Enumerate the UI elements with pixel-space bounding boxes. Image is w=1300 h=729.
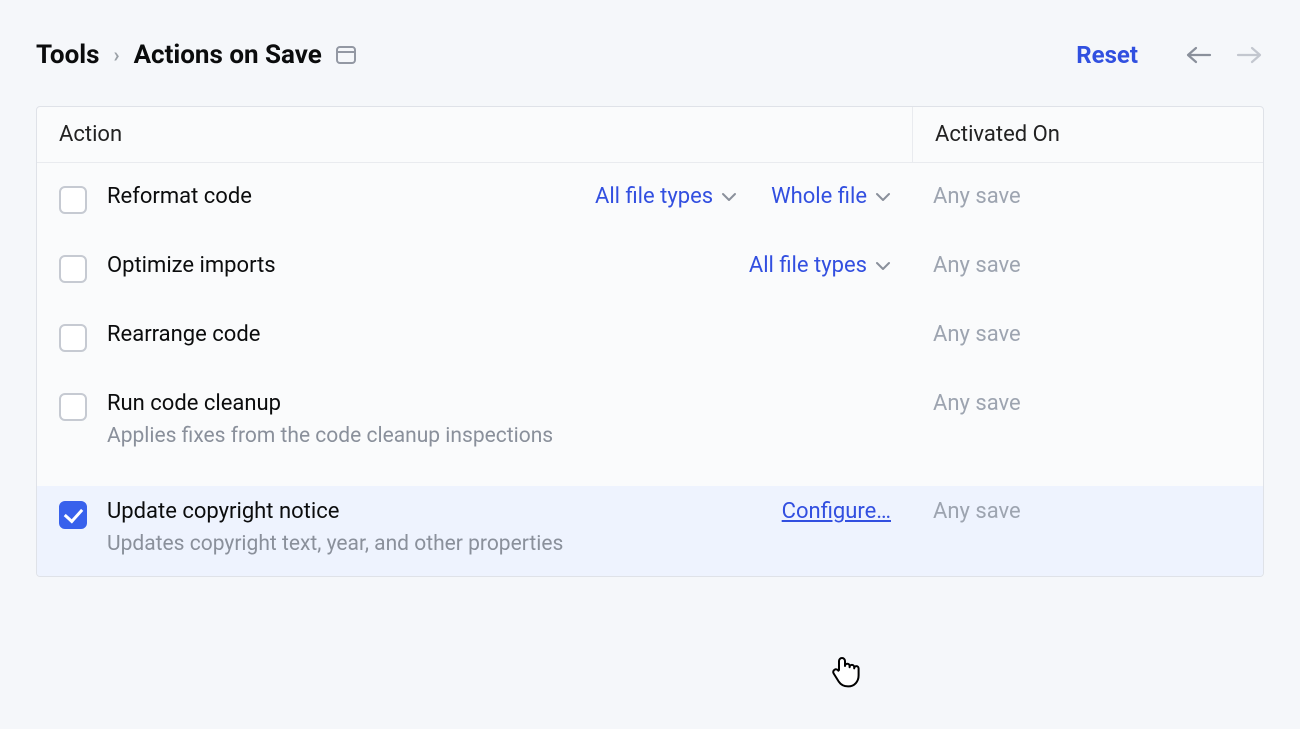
forward-arrow-icon[interactable] bbox=[1234, 45, 1264, 65]
table-row: Run code cleanup Applies fixes from the … bbox=[37, 390, 1263, 448]
row-description: Updates copyright text, year, and other … bbox=[107, 532, 762, 556]
table-row: Optimize imports All file types Any save bbox=[37, 252, 1263, 283]
column-activated: Activated On bbox=[913, 107, 1263, 162]
breadcrumb-parent[interactable]: Tools bbox=[36, 40, 100, 70]
column-action: Action bbox=[37, 107, 913, 162]
dropdown-label: All file types bbox=[595, 184, 713, 209]
row-label: Update copyright notice bbox=[107, 499, 762, 524]
chevron-down-icon bbox=[721, 192, 737, 202]
table-header: Action Activated On bbox=[37, 107, 1263, 163]
activated-on-value: Any save bbox=[913, 391, 1263, 416]
window-icon bbox=[336, 46, 356, 64]
table-row: Reformat code All file types Whole file bbox=[37, 183, 1263, 214]
actions-table: Action Activated On Reformat code All fi… bbox=[36, 106, 1264, 577]
activated-on-value: Any save bbox=[913, 253, 1263, 278]
breadcrumb: Tools › Actions on Save bbox=[36, 40, 356, 70]
row-label: Reformat code bbox=[107, 184, 575, 209]
file-types-dropdown[interactable]: All file types bbox=[749, 253, 891, 278]
dropdown-label: Whole file bbox=[771, 184, 867, 209]
cursor-hand-icon bbox=[828, 652, 864, 688]
activated-on-value: Any save bbox=[913, 184, 1263, 209]
settings-header: Tools › Actions on Save Reset bbox=[36, 40, 1264, 70]
table-row: Update copyright notice Updates copyrigh… bbox=[37, 486, 1263, 576]
optimize-imports-checkbox[interactable] bbox=[59, 255, 87, 283]
run-code-cleanup-checkbox[interactable] bbox=[59, 393, 87, 421]
table-row: Rearrange code Any save bbox=[37, 321, 1263, 352]
scope-dropdown[interactable]: Whole file bbox=[771, 184, 891, 209]
configure-link[interactable]: Configure… bbox=[782, 499, 891, 524]
reset-link[interactable]: Reset bbox=[1076, 41, 1138, 69]
rearrange-code-checkbox[interactable] bbox=[59, 324, 87, 352]
chevron-down-icon bbox=[875, 192, 891, 202]
activated-on-value: Any save bbox=[913, 499, 1263, 524]
activated-on-value: Any save bbox=[913, 322, 1263, 347]
header-actions: Reset bbox=[1076, 41, 1264, 69]
breadcrumb-current: Actions on Save bbox=[134, 40, 322, 70]
file-types-dropdown[interactable]: All file types bbox=[595, 184, 737, 209]
breadcrumb-separator: › bbox=[114, 43, 120, 67]
back-arrow-icon[interactable] bbox=[1184, 45, 1214, 65]
update-copyright-checkbox[interactable] bbox=[59, 501, 87, 529]
row-label: Optimize imports bbox=[107, 253, 729, 278]
dropdown-label: All file types bbox=[749, 253, 867, 278]
row-label: Rearrange code bbox=[107, 322, 871, 347]
chevron-down-icon bbox=[875, 261, 891, 271]
reformat-code-checkbox[interactable] bbox=[59, 186, 87, 214]
nav-arrows bbox=[1184, 45, 1264, 65]
row-label: Run code cleanup bbox=[107, 391, 871, 416]
row-description: Applies fixes from the code cleanup insp… bbox=[107, 424, 871, 448]
